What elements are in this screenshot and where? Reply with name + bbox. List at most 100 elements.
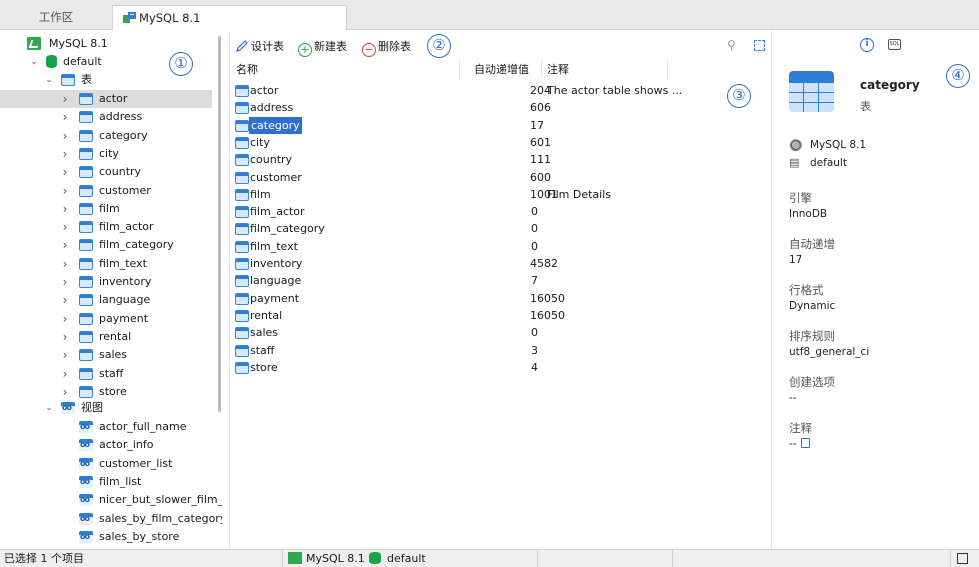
tree-table-label: rental (99, 329, 132, 343)
chevron-right-icon[interactable]: › (60, 273, 70, 291)
table-icon (79, 221, 93, 234)
table-icon (79, 276, 93, 288)
column-divider[interactable] (459, 60, 460, 78)
status-database: default (369, 550, 426, 567)
row-auto-increment: 606 (530, 101, 551, 115)
table-icon (235, 240, 249, 253)
chevron-right-icon[interactable]: › (60, 365, 70, 383)
view-icon (79, 491, 93, 509)
object-list-pane: 设计表 + 新建表 − 删除表 ② ⚲ 名称 自动递增值 注释 actor 204 Th… (230, 31, 771, 549)
row-name: film_text (250, 239, 298, 253)
chevron-down-icon[interactable]: ⌄ (44, 399, 54, 417)
tables-folder-icon (61, 74, 75, 86)
info-icon[interactable]: i (860, 38, 874, 52)
divider (282, 550, 283, 567)
table-icon (235, 188, 249, 201)
details-object-type: 表 (860, 100, 871, 113)
chevron-down-icon[interactable]: ⌄ (44, 71, 54, 89)
tree-connection-label: MySQL 8.1 (49, 37, 108, 50)
tree-table-label: film_actor (99, 220, 154, 234)
tree-scrollbar[interactable] (218, 36, 221, 412)
table-row[interactable]: film 1001 Film Details (230, 186, 771, 203)
chevron-right-icon[interactable]: › (60, 163, 70, 181)
chevron-down-icon[interactable]: ⌄ (29, 53, 39, 71)
tree-view-label: customer_list (99, 456, 173, 470)
view-icon (79, 473, 93, 491)
table-row[interactable]: language 7 (230, 272, 771, 289)
row-auto-increment: 0 (531, 205, 538, 219)
chevron-right-icon[interactable]: › (60, 310, 70, 328)
table-row[interactable]: sales 0 (230, 324, 771, 341)
details-database: default (810, 157, 847, 169)
table-row[interactable]: actor 204 The actor table shows ... (230, 82, 771, 99)
table-row[interactable]: category 17 (230, 116, 771, 134)
row-name: address (250, 101, 294, 115)
table-row[interactable]: payment 16050 (230, 290, 771, 307)
row-name: staff (250, 343, 275, 357)
chevron-right-icon[interactable]: › (60, 127, 70, 145)
delete-table-button[interactable]: − 删除表 (362, 39, 411, 57)
table-row[interactable]: store 4 (230, 359, 771, 376)
mysql-connection-icon (288, 552, 302, 564)
column-divider[interactable] (667, 60, 668, 78)
status-database-label: default (387, 552, 426, 565)
design-table-button[interactable]: 设计表 (235, 39, 284, 55)
table-icon (235, 171, 249, 184)
table-row[interactable]: inventory 4582 (230, 255, 771, 272)
table-row[interactable]: country 111 (230, 151, 771, 168)
table-icon (235, 136, 249, 149)
table-row[interactable]: customer 600 (230, 169, 771, 186)
chevron-right-icon[interactable]: › (60, 346, 70, 364)
sql-icon[interactable]: SQL (888, 39, 901, 50)
details-connection: MySQL 8.1 (810, 139, 867, 151)
collation-value: utf8_general_ci (789, 346, 870, 358)
minus-circle-icon: − (362, 43, 376, 57)
header-comment[interactable]: 注释 (547, 62, 569, 78)
search-icon[interactable]: ⚲ (727, 38, 736, 52)
table-icon (235, 309, 249, 322)
details-pane: i SQL ④ category 表 🔘 MySQL 8.1 ▤ default… (772, 31, 979, 549)
chevron-right-icon[interactable]: › (60, 145, 70, 163)
chevron-right-icon[interactable]: › (60, 200, 70, 218)
row-auto-increment: 600 (530, 170, 551, 184)
table-row[interactable]: rental 16050 (230, 307, 771, 324)
chevron-right-icon[interactable]: › (60, 108, 70, 126)
table-icon (79, 147, 93, 160)
row-auto-increment: 111 (530, 153, 551, 167)
expand-icon[interactable] (754, 40, 765, 51)
tab-mysql-connection[interactable]: MySQL 8.1 (112, 5, 347, 30)
table-icon (235, 102, 249, 115)
header-auto-increment[interactable]: 自动递增值 (474, 62, 529, 78)
tree-table-label: actor (99, 92, 128, 105)
row-comment: The actor table shows ... (547, 84, 683, 97)
selection-status: 已选择 1 个项目 (4, 552, 84, 565)
callout-1: ① (169, 52, 193, 76)
chevron-right-icon[interactable]: › (60, 291, 70, 309)
table-row[interactable]: city 601 (230, 134, 771, 151)
tree-view-label: nicer_but_slower_film_li (99, 493, 222, 507)
tree-table-label: inventory (99, 275, 152, 288)
table-icon (235, 327, 249, 340)
table-icon (235, 292, 249, 305)
chevron-right-icon[interactable]: › (60, 328, 70, 346)
table-row[interactable]: film_text 0 (230, 238, 771, 255)
chevron-right-icon[interactable]: › (60, 255, 70, 273)
column-divider[interactable] (541, 60, 542, 78)
table-row[interactable]: film_actor 0 (230, 203, 771, 220)
header-name[interactable]: 名称 (236, 62, 258, 78)
table-row[interactable]: staff 3 (230, 342, 771, 359)
chevron-right-icon[interactable]: › (60, 182, 70, 200)
layout-toggle-icon[interactable] (957, 553, 968, 564)
table-row[interactable]: address 606 (230, 99, 771, 116)
chevron-right-icon[interactable]: › (60, 218, 70, 236)
table-row[interactable]: film_category 0 (230, 220, 771, 237)
copy-icon[interactable] (800, 438, 810, 448)
chevron-right-icon[interactable]: › (60, 236, 70, 254)
callout-4: ④ (946, 64, 970, 88)
row-auto-increment: 0 (531, 239, 538, 253)
new-table-button[interactable]: + 新建表 (298, 39, 347, 57)
tree-table-item[interactable]: › actor (0, 90, 212, 108)
design-table-label: 设计表 (251, 40, 284, 53)
tab-workspace[interactable]: 工作区 (0, 5, 112, 30)
chevron-right-icon[interactable]: › (60, 90, 70, 108)
